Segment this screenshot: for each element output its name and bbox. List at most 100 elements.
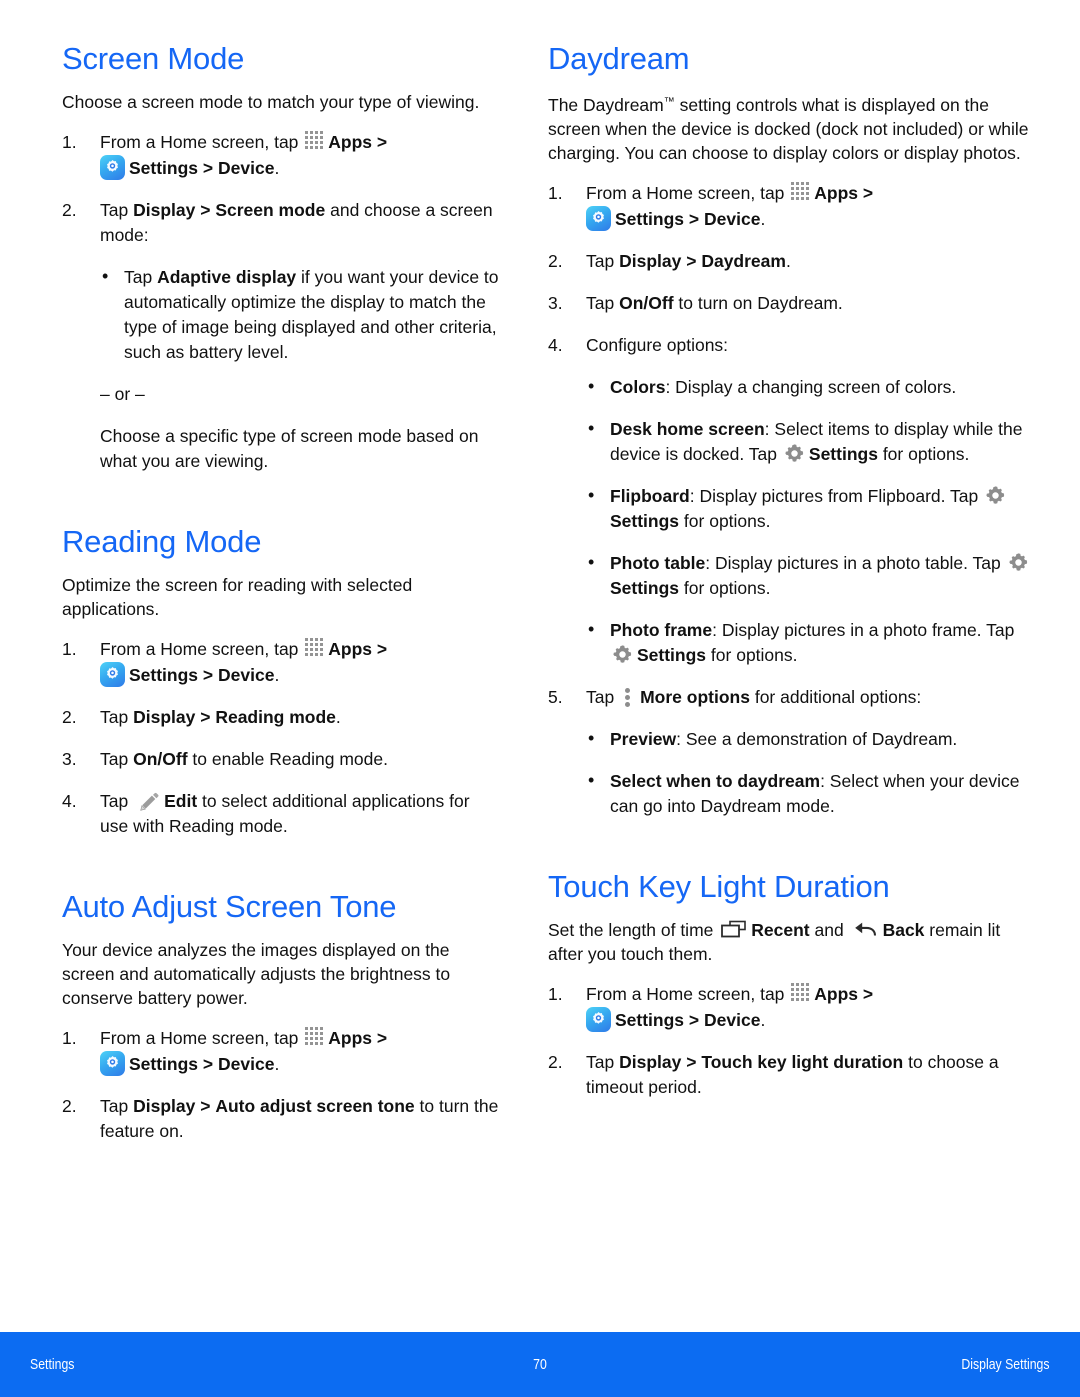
for-options-text: for options. bbox=[710, 645, 798, 665]
step-number: 3. bbox=[548, 293, 563, 313]
step-text-b: to enable Reading mode. bbox=[192, 749, 388, 769]
settings-label: Settings bbox=[615, 1010, 685, 1030]
settings-app-icon bbox=[586, 206, 611, 231]
screen-mode-bullets: Tap Adaptive display if you want your de… bbox=[100, 264, 500, 365]
step-item: 5. Tap More options for additional optio… bbox=[548, 685, 1040, 710]
gt-separator: > bbox=[862, 183, 874, 203]
period: . bbox=[274, 665, 280, 685]
step-text-a: Tap bbox=[100, 1096, 129, 1116]
apps-label: Apps bbox=[814, 183, 859, 203]
display-label: Display bbox=[133, 707, 196, 727]
for-options-text: for options. bbox=[882, 444, 970, 464]
screen-mode-steps: 1. From a Home screen, tap Apps > Settin… bbox=[62, 130, 500, 248]
step-text-a: Tap bbox=[100, 200, 129, 220]
step-item: 2. Tap Display > Screen mode and choose … bbox=[62, 198, 500, 248]
left-column: Screen Mode Choose a screen mode to matc… bbox=[0, 40, 540, 1161]
section-daydream: Daydream The Daydream™ setting controls … bbox=[548, 40, 1040, 819]
daydream-steps-continued: 5. Tap More options for additional optio… bbox=[548, 685, 1040, 710]
settings-label: Settings bbox=[610, 511, 680, 531]
apps-grid-icon bbox=[791, 983, 811, 1003]
manual-page: Screen Mode Choose a screen mode to matc… bbox=[0, 0, 1080, 1397]
onoff-label: On/Off bbox=[133, 749, 188, 769]
apps-grid-icon bbox=[791, 182, 811, 202]
reading-mode-intro: Optimize the screen for reading with sel… bbox=[62, 575, 413, 619]
step-text-a: Tap bbox=[586, 687, 615, 707]
daydream-intro-pre: The Daydream bbox=[548, 95, 664, 115]
step-number: 5. bbox=[548, 687, 563, 707]
step-text-b: to turn on Daydream. bbox=[678, 293, 843, 313]
pencil-edit-icon bbox=[136, 791, 160, 811]
gt-separator: > bbox=[202, 665, 214, 685]
photo-frame-desc: : Display pictures in a photo frame. Tap bbox=[712, 620, 1015, 640]
period: . bbox=[760, 1010, 766, 1030]
display-label: Display bbox=[133, 1096, 196, 1116]
gt-separator: > bbox=[688, 1010, 700, 1030]
flipboard-desc: : Display pictures from Flipboard. Tap bbox=[689, 486, 979, 506]
step-item: 2. Tap Display > Auto adjust screen tone… bbox=[62, 1094, 500, 1144]
preview-desc: : See a demonstration of Daydream. bbox=[676, 729, 958, 749]
step-number: 4. bbox=[62, 791, 77, 811]
list-item: Flipboard: Display pictures from Flipboa… bbox=[586, 483, 1040, 534]
step-number: 3. bbox=[62, 749, 77, 769]
step-item: 1. From a Home screen, tap Apps > Settin… bbox=[548, 181, 1040, 232]
daydream-option-list: Colors: Display a changing screen of col… bbox=[586, 374, 1040, 668]
step-item: 1. From a Home screen, tap Apps > Settin… bbox=[62, 637, 500, 688]
step-text-a: From a Home screen, tap bbox=[100, 1028, 299, 1048]
period: . bbox=[760, 209, 766, 229]
display-label: Display bbox=[619, 251, 682, 271]
step-number: 1. bbox=[62, 132, 77, 152]
step-number: 1. bbox=[62, 1028, 77, 1048]
section-screen-mode: Screen Mode Choose a screen mode to matc… bbox=[62, 40, 500, 474]
step-number: 1. bbox=[548, 984, 563, 1004]
page-number: 70 bbox=[533, 1356, 547, 1373]
gear-icon bbox=[784, 443, 805, 464]
auto-adjust-screen-tone-label: Auto adjust screen tone bbox=[215, 1096, 415, 1116]
step-number: 1. bbox=[62, 639, 77, 659]
display-label: Display bbox=[133, 200, 196, 220]
step-text-a: Tap bbox=[586, 251, 615, 271]
device-label: Device bbox=[218, 1054, 275, 1074]
gt-separator: > bbox=[376, 1028, 388, 1048]
list-item: Select when to daydream: Select when you… bbox=[586, 768, 1040, 819]
display-label: Display bbox=[619, 1052, 682, 1072]
step-number: 4. bbox=[548, 335, 563, 355]
gt-separator: > bbox=[200, 200, 211, 220]
step-text-a: From a Home screen, tap bbox=[100, 639, 299, 659]
list-item: Photo frame: Display pictures in a photo… bbox=[586, 617, 1040, 668]
auto-adjust-intro: Your device analyzes the images displaye… bbox=[62, 940, 451, 1008]
photo-table-label: Photo table bbox=[610, 553, 706, 573]
device-label: Device bbox=[704, 209, 761, 229]
apps-label: Apps bbox=[328, 1028, 373, 1048]
step-text-a: Tap bbox=[100, 749, 129, 769]
touch-key-intro-a: Set the length of time bbox=[548, 920, 714, 940]
apps-grid-icon bbox=[305, 638, 325, 658]
settings-app-icon bbox=[586, 1007, 611, 1032]
period: . bbox=[335, 707, 341, 727]
list-item: Colors: Display a changing screen of col… bbox=[586, 374, 1040, 400]
settings-label: Settings bbox=[610, 578, 680, 598]
touch-key-light-duration-label: Touch key light duration bbox=[701, 1052, 904, 1072]
gear-icon bbox=[612, 644, 633, 665]
screen-mode-options: Tap Adaptive display if you want your de… bbox=[62, 264, 500, 474]
apps-grid-icon bbox=[305, 1027, 325, 1047]
photo-frame-label: Photo frame bbox=[610, 620, 713, 640]
heading-daydream: Daydream bbox=[548, 41, 690, 76]
settings-label: Settings bbox=[808, 444, 878, 464]
more-options-label: More options bbox=[640, 687, 750, 707]
gear-icon bbox=[1008, 552, 1029, 573]
step-number: 2. bbox=[62, 1096, 77, 1116]
device-label: Device bbox=[218, 665, 275, 685]
footer-left-label: Settings bbox=[30, 1356, 75, 1373]
step-item: 3. Tap On/Off to turn on Daydream. bbox=[548, 291, 1040, 316]
step-text-a: Tap bbox=[100, 707, 129, 727]
auto-adjust-steps: 1. From a Home screen, tap Apps > Settin… bbox=[62, 1026, 500, 1144]
list-item: Tap Adaptive display if you want your de… bbox=[100, 264, 500, 365]
gt-separator: > bbox=[376, 132, 388, 152]
list-item: Desk home screen: Select items to displa… bbox=[586, 416, 1040, 467]
daydream-configure-options: Colors: Display a changing screen of col… bbox=[548, 374, 1040, 668]
gt-separator: > bbox=[200, 1096, 211, 1116]
step-item: 3. Tap On/Off to enable Reading mode. bbox=[62, 747, 500, 772]
footer-right-label: Display Settings bbox=[961, 1356, 1050, 1373]
list-item: Photo table: Display pictures in a photo… bbox=[586, 550, 1040, 601]
